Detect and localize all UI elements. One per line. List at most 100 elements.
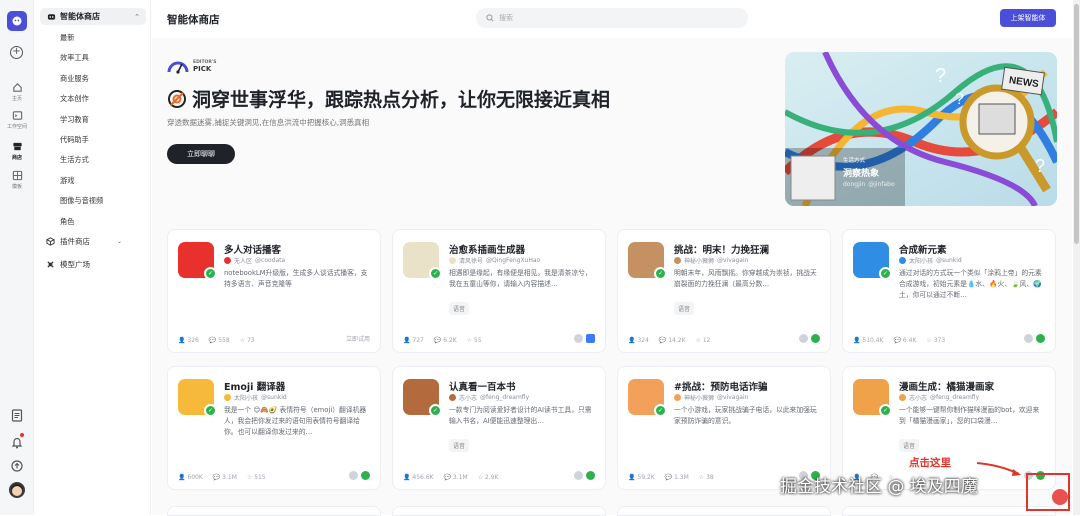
platform-icon	[1036, 334, 1045, 343]
sidebar-subitem[interactable]: 图像与音视频	[60, 196, 103, 206]
platform-icon	[361, 471, 370, 480]
sidebar-item-model-square-label: 模型广场	[60, 260, 90, 269]
agent-card[interactable]: ✓ Emoji 翻译器 太阳小孩 @sunkid 我是一个 😊🙈🥑 表情符号（e…	[167, 366, 381, 490]
author-name: 神秘小薇狮	[684, 258, 715, 265]
agent-author[interactable]: 志小志 @feng_dreamfly	[899, 393, 979, 402]
scrollbar[interactable]	[1073, 0, 1080, 515]
sidebar-item-model-square[interactable]: 模型广场	[46, 259, 90, 270]
author-mini-icon	[349, 471, 358, 480]
user-avatar[interactable]	[9, 482, 25, 498]
sidebar-subitem[interactable]: 生活方式	[60, 155, 89, 165]
publish-agent-button[interactable]: 上架智能体	[1000, 9, 1056, 27]
sidebar-subitem[interactable]: 最新	[60, 33, 74, 43]
sidebar: 智能体商店 ⌃	[34, 0, 151, 515]
agent-stats: 👤 324 💬 14.2K ☆ 12	[628, 337, 710, 344]
platform-icon	[586, 471, 595, 480]
author-mini-icon	[574, 334, 583, 343]
robot-icon	[47, 14, 56, 20]
sidebar-subitem[interactable]: 代码助手	[60, 135, 89, 145]
annotation-text: 点击这里	[909, 457, 951, 469]
chat-badge-icon: ✓	[879, 404, 892, 417]
author-avatar-icon	[899, 394, 906, 401]
chat-badge-icon: ✓	[429, 267, 442, 280]
sidebar-subitem[interactable]: 游戏	[60, 176, 74, 186]
page-title: 智能体商店	[167, 14, 220, 26]
main-area: 智能体商店 搜索 上架智能体 EDITOR'S PICK 洞穿世事浮华，跟踪热点…	[152, 0, 1072, 516]
likes-stat: ☆ 73	[239, 337, 255, 344]
floating-chat-button[interactable]	[1052, 489, 1068, 505]
banner-author-handle: @jinfabo	[868, 181, 895, 188]
rail-template[interactable]: 模板	[0, 170, 34, 190]
agent-author[interactable]: 志小志 @feng_dreamfly	[449, 393, 529, 402]
agent-author[interactable]: 清风徐号 @QingFengXuHao	[449, 256, 540, 265]
users-stat: 👤 727	[403, 337, 424, 344]
sidebar-subitem[interactable]: 文本创作	[60, 94, 89, 104]
agent-tag: 语音	[899, 439, 920, 452]
document-icon[interactable]	[11, 409, 23, 422]
notification-bell[interactable]	[11, 433, 24, 449]
chats-stat: 💬 6.2K	[433, 337, 457, 344]
agent-author[interactable]: 太阳小孩 @sunkid	[224, 393, 287, 402]
search-input[interactable]: 搜索	[476, 8, 748, 28]
platform-icon	[586, 334, 595, 343]
chevron-up-icon: ⌃	[134, 12, 140, 21]
author-mini-icon	[574, 471, 583, 480]
card-actions	[574, 471, 595, 480]
agent-author[interactable]: 无人区 @coodata	[224, 256, 285, 265]
banner-illustration: NEWS ? ? ?	[785, 52, 1057, 206]
featured-hero: EDITOR'S PICK 洞穿世事浮华，跟踪热点分析，让你无限接近真相 穿透数…	[167, 52, 1057, 206]
chat-now-button[interactable]: 立即聊聊	[167, 144, 235, 164]
rail-home[interactable]: 主页	[0, 82, 34, 102]
add-icon[interactable]: +	[10, 46, 23, 59]
notification-dot	[20, 433, 24, 437]
agent-description: 一个能够一键帮你制作猫咪漫画的bot，欢迎来到「橘猫漫画家」，您的口袋漫…	[899, 406, 1040, 425]
agent-description: 一个小游戏，玩家挑战骗子电话，以此来加强玩家预防诈骗的意识。	[674, 406, 817, 425]
sidebar-subitem[interactable]: 学习教育	[60, 115, 89, 125]
card-actions: 立即试用	[346, 334, 370, 343]
hero-title: 洞穿世事浮华，跟踪热点分析，让你无限接近真相	[167, 85, 610, 112]
likes-stat: ☆ 12	[695, 337, 711, 344]
agent-stats: 👤 510.4K 💬 6.4K ☆ 373	[853, 337, 945, 344]
featured-banner-image[interactable]: NEWS ? ? ? 生活方式 洞察热象 dongjin @jinfabo	[785, 52, 1057, 206]
sidebar-subitem[interactable]: 商业服务	[60, 74, 89, 84]
agent-author[interactable]: 太阳小孩 @sunkid	[899, 256, 962, 265]
svg-text:?: ?	[1035, 156, 1045, 176]
author-mini-icon	[1024, 334, 1033, 343]
agent-card[interactable]: ✓ 合成新元素 太阳小孩 @sunkid 通过对话的方式玩一个类似「涂鸦上帝」的…	[842, 229, 1056, 353]
sidebar-subitem[interactable]: 效率工具	[60, 53, 89, 63]
agent-card[interactable]: ✓ 治愈系插画生成器 清风徐号 @QingFengXuHao 相遇即是缘起，有缘…	[392, 229, 606, 353]
agent-card[interactable]: ✓ 认真看一百本书 志小志 @feng_dreamfly 一款专门为阅读爱好者设…	[392, 366, 606, 490]
chats-stat: 💬 14.2K	[658, 337, 686, 344]
card-actions	[574, 334, 595, 343]
hero-title-text: 洞穿世事浮华，跟踪热点分析，让你无限接近真相	[192, 89, 611, 111]
agent-card[interactable]: ✓ 多人对话播客 无人区 @coodata notebookLM升级版，生成多人…	[167, 229, 381, 353]
likes-stat: ☆ 38	[698, 474, 714, 481]
chat-badge-icon: ✓	[654, 404, 667, 417]
hero-subtitle: 穿透数据迷雾,捕捉关键洞见,在信息洪流中把握核心,洞悉真相	[167, 118, 370, 127]
upload-icon[interactable]	[11, 460, 23, 472]
try-now-link[interactable]: 立即试用	[346, 334, 370, 343]
users-stat: 👤 59.2K	[628, 474, 655, 481]
sidebar-item-plugin-store[interactable]: 插件商店 ⌄	[46, 236, 122, 247]
sidebar-item-agent-store[interactable]: 智能体商店 ⌃	[40, 8, 146, 25]
chat-badge-icon: ✓	[654, 267, 667, 280]
users-stat: 👤 600K	[178, 474, 203, 481]
app-rail: + 主页 工作空间 商店 模板	[0, 0, 34, 515]
scrollbar-thumb[interactable]	[1074, 4, 1079, 244]
agent-author[interactable]: 神秘小薇狮 @vivagain	[674, 393, 748, 402]
agent-name: 漫画生成：橘猫漫画家	[899, 382, 995, 393]
rail-store[interactable]: 商店	[0, 141, 34, 161]
sidebar-subitem[interactable]: 角色	[60, 217, 74, 227]
agent-description: notebookLM升级版，生成多人谈话式播客，支持多语言、声音克隆等	[224, 269, 368, 288]
chat-badge-icon: ✓	[879, 267, 892, 280]
author-avatar-icon	[449, 257, 456, 264]
chats-stat: 💬 1.3M	[664, 474, 689, 481]
app-logo[interactable]	[7, 11, 27, 31]
agent-author[interactable]: 神秘小薇狮 @vivagain	[674, 256, 748, 265]
agent-tag: 语音	[674, 302, 695, 315]
rail-workspace[interactable]: 工作空间	[0, 110, 34, 130]
search-placeholder: 搜索	[499, 14, 513, 22]
author-avatar-icon	[674, 394, 681, 401]
banner-tag: 生活方式	[843, 158, 866, 164]
agent-card[interactable]: ✓ 挑战：明末！力挽狂澜 神秘小薇狮 @vivagain 明朝末年，风雨飘摇。你…	[617, 229, 831, 353]
